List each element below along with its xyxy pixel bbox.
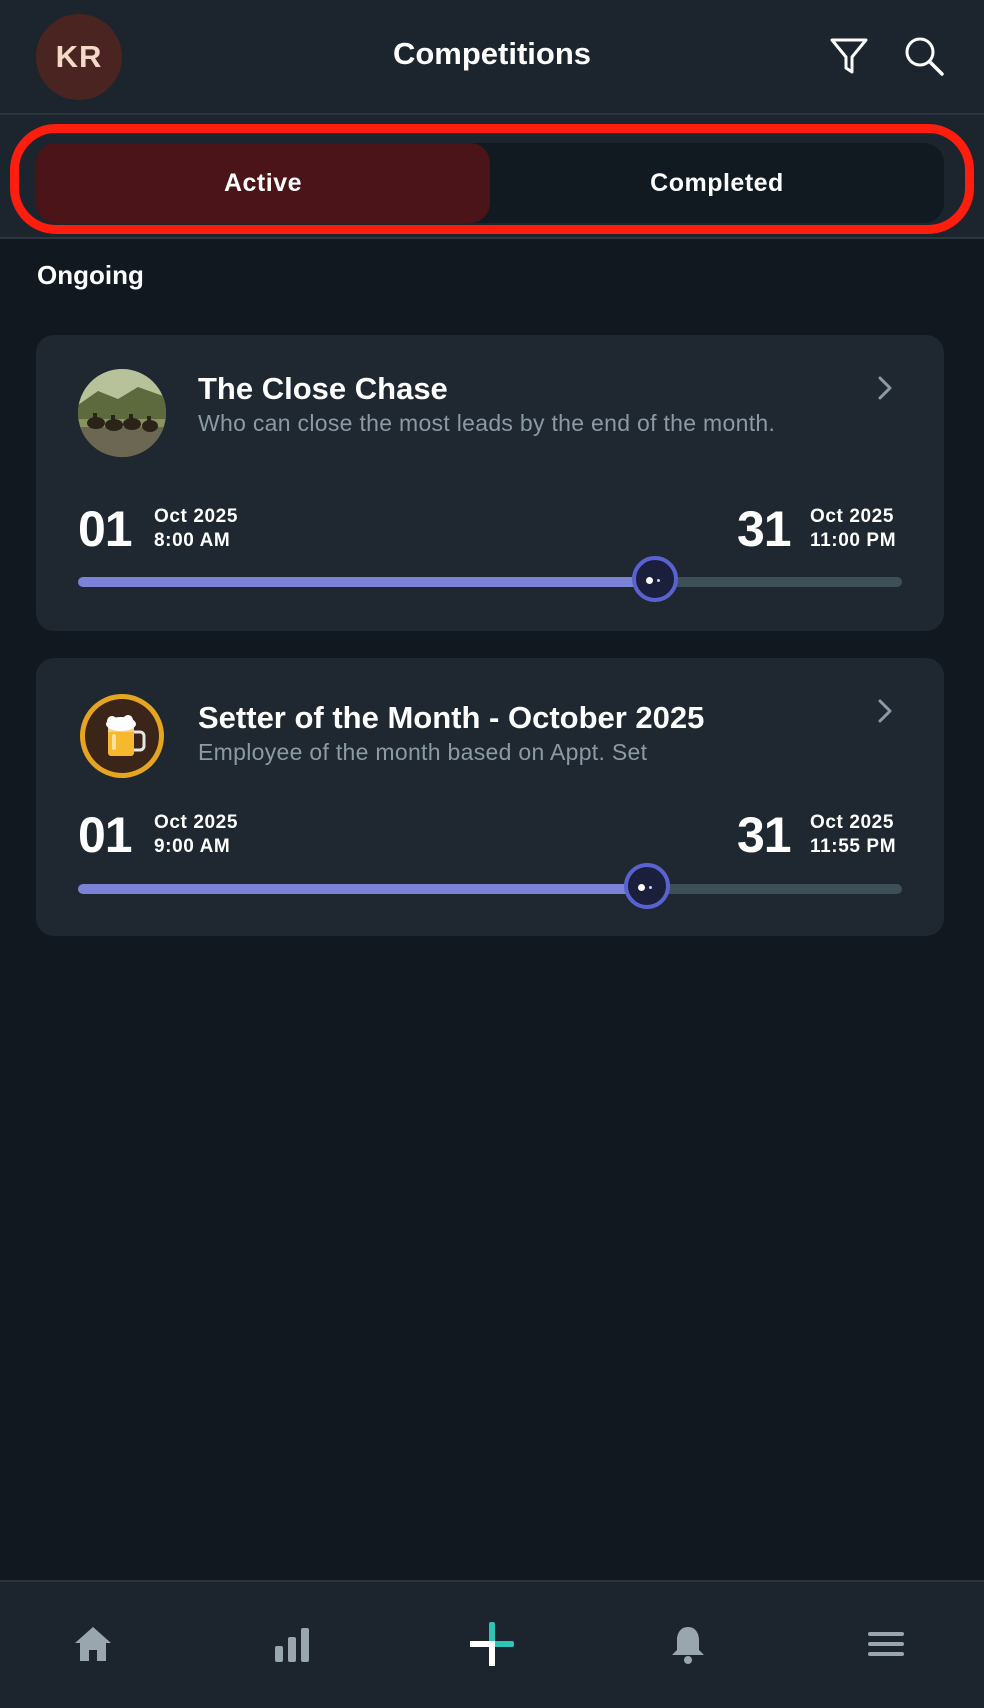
competition-card[interactable]: The Close Chase Who can close the most l… [36, 335, 944, 631]
chevron-right-icon[interactable] [872, 373, 898, 403]
competition-description: Who can close the most leads by the end … [198, 410, 776, 436]
section-label-ongoing: Ongoing [37, 260, 144, 290]
stats-icon[interactable] [270, 1622, 314, 1666]
filter-icon[interactable] [827, 34, 871, 78]
end-date: Oct 2025 11:00 PM [810, 505, 896, 553]
progress-track [78, 556, 902, 602]
search-icon[interactable] [902, 34, 946, 78]
start-day: 01 [78, 807, 133, 863]
start-day: 01 [78, 501, 133, 557]
add-icon[interactable] [468, 1620, 516, 1668]
start-time: 9:00 AM [154, 836, 231, 857]
start-date: Oct 2025 8:00 AM [154, 505, 238, 553]
competition-title: Setter of the Month - October 2025 [198, 700, 705, 735]
competition-title: The Close Chase [198, 371, 448, 406]
end-time: 11:00 PM [810, 530, 897, 551]
progress-knob [631, 556, 678, 602]
chevron-right-icon[interactable] [872, 696, 898, 726]
start-date: Oct 2025 9:00 AM [154, 811, 238, 859]
home-icon[interactable] [71, 1622, 115, 1666]
beer-mug-icon [78, 692, 166, 780]
start-time: 8:00 AM [154, 530, 231, 551]
progress-knob [623, 863, 670, 909]
progress-fill [78, 577, 655, 587]
bell-icon[interactable] [666, 1622, 710, 1666]
progress-track [78, 863, 902, 909]
end-day: 31 [737, 501, 792, 557]
competition-card[interactable]: Setter of the Month - October 2025 Emplo… [36, 658, 944, 936]
end-date: Oct 2025 11:55 PM [810, 811, 896, 859]
menu-icon[interactable] [864, 1622, 908, 1666]
bottom-nav [0, 1580, 984, 1708]
progress-fill [78, 884, 647, 894]
start-month-year: Oct 2025 [154, 812, 239, 833]
competition-description: Employee of the month based on Appt. Set [198, 739, 648, 765]
horse-race-image [78, 369, 166, 457]
app-header: KR Competitions [0, 0, 984, 115]
end-time: 11:55 PM [810, 836, 897, 857]
end-month-year: Oct 2025 [810, 506, 895, 527]
end-month-year: Oct 2025 [810, 812, 895, 833]
end-day: 31 [737, 807, 792, 863]
tab-completed[interactable]: Completed [490, 143, 944, 223]
segmented-control: Active Completed [36, 143, 944, 223]
start-month-year: Oct 2025 [154, 506, 239, 527]
tab-active[interactable]: Active [36, 143, 490, 223]
